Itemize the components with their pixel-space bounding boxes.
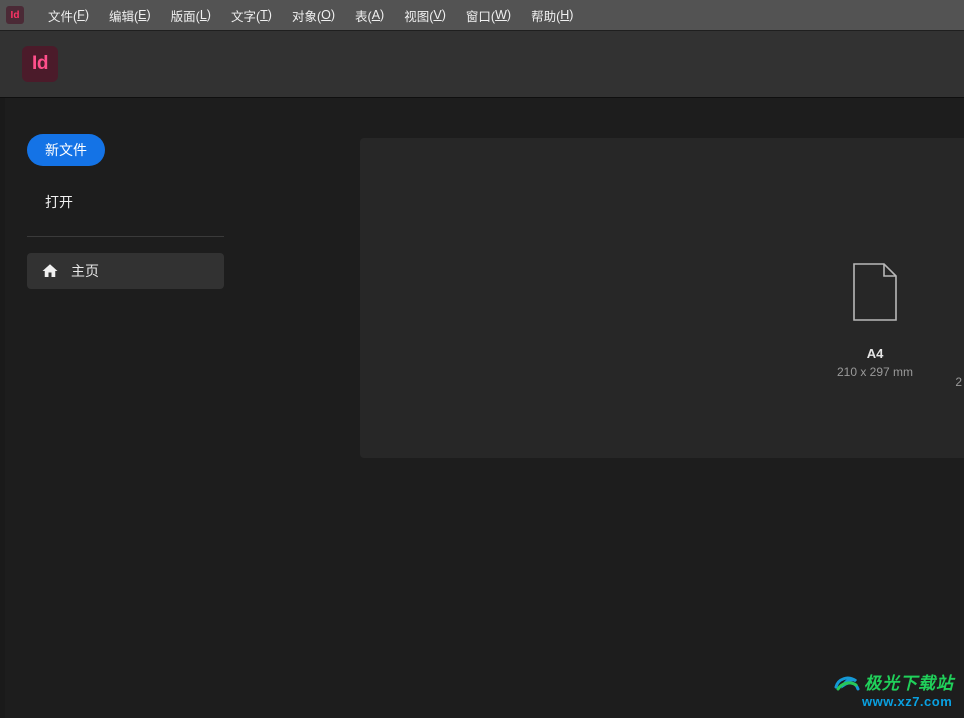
preset-a4[interactable]: A4 210 x 297 mm xyxy=(810,262,940,379)
menu-object[interactable]: 对象(O) xyxy=(282,0,345,30)
app-icon: Id xyxy=(6,6,24,24)
menu-file[interactable]: 文件(F) xyxy=(38,0,99,30)
content-area: A4 210 x 297 mm 2 xyxy=(230,98,964,718)
open-label: 打开 xyxy=(45,194,73,210)
sidebar: 新文件 打开 主页 xyxy=(5,98,230,718)
menu-edit[interactable]: 编辑(E) xyxy=(99,0,161,30)
indesign-logo-text: Id xyxy=(32,53,48,75)
brand-bar: Id xyxy=(0,30,964,98)
menu-view[interactable]: 视图(V) xyxy=(394,0,456,30)
menu-type[interactable]: 文字(T) xyxy=(221,0,282,30)
new-file-label: 新文件 xyxy=(45,140,87,160)
menu-layout[interactable]: 版面(L) xyxy=(161,0,221,30)
sidebar-item-home[interactable]: 主页 xyxy=(27,253,224,289)
menu-help[interactable]: 帮助(H) xyxy=(521,0,583,30)
open-button[interactable]: 打开 xyxy=(27,186,91,218)
new-file-button[interactable]: 新文件 xyxy=(27,134,105,166)
main-area: 新文件 打开 主页 A4 210 x 297 mm xyxy=(5,98,964,718)
preset-panel: A4 210 x 297 mm 2 xyxy=(360,138,964,458)
menu-window[interactable]: 窗口(W) xyxy=(456,0,521,30)
preset-a4-title: A4 xyxy=(810,346,940,361)
preset-more-hint: 2 xyxy=(955,375,962,389)
menu-table[interactable]: 表(A) xyxy=(345,0,394,30)
app-icon-glyph: Id xyxy=(11,10,20,21)
indesign-logo-icon: Id xyxy=(22,46,58,82)
preset-a4-dimensions: 210 x 297 mm xyxy=(810,365,940,379)
menubar: Id 文件(F) 编辑(E) 版面(L) 文字(T) 对象(O) 表(A) 视图… xyxy=(0,0,964,30)
home-icon xyxy=(41,262,59,280)
sidebar-item-home-label: 主页 xyxy=(71,261,99,281)
sidebar-divider xyxy=(27,236,224,237)
document-icon xyxy=(852,262,898,322)
